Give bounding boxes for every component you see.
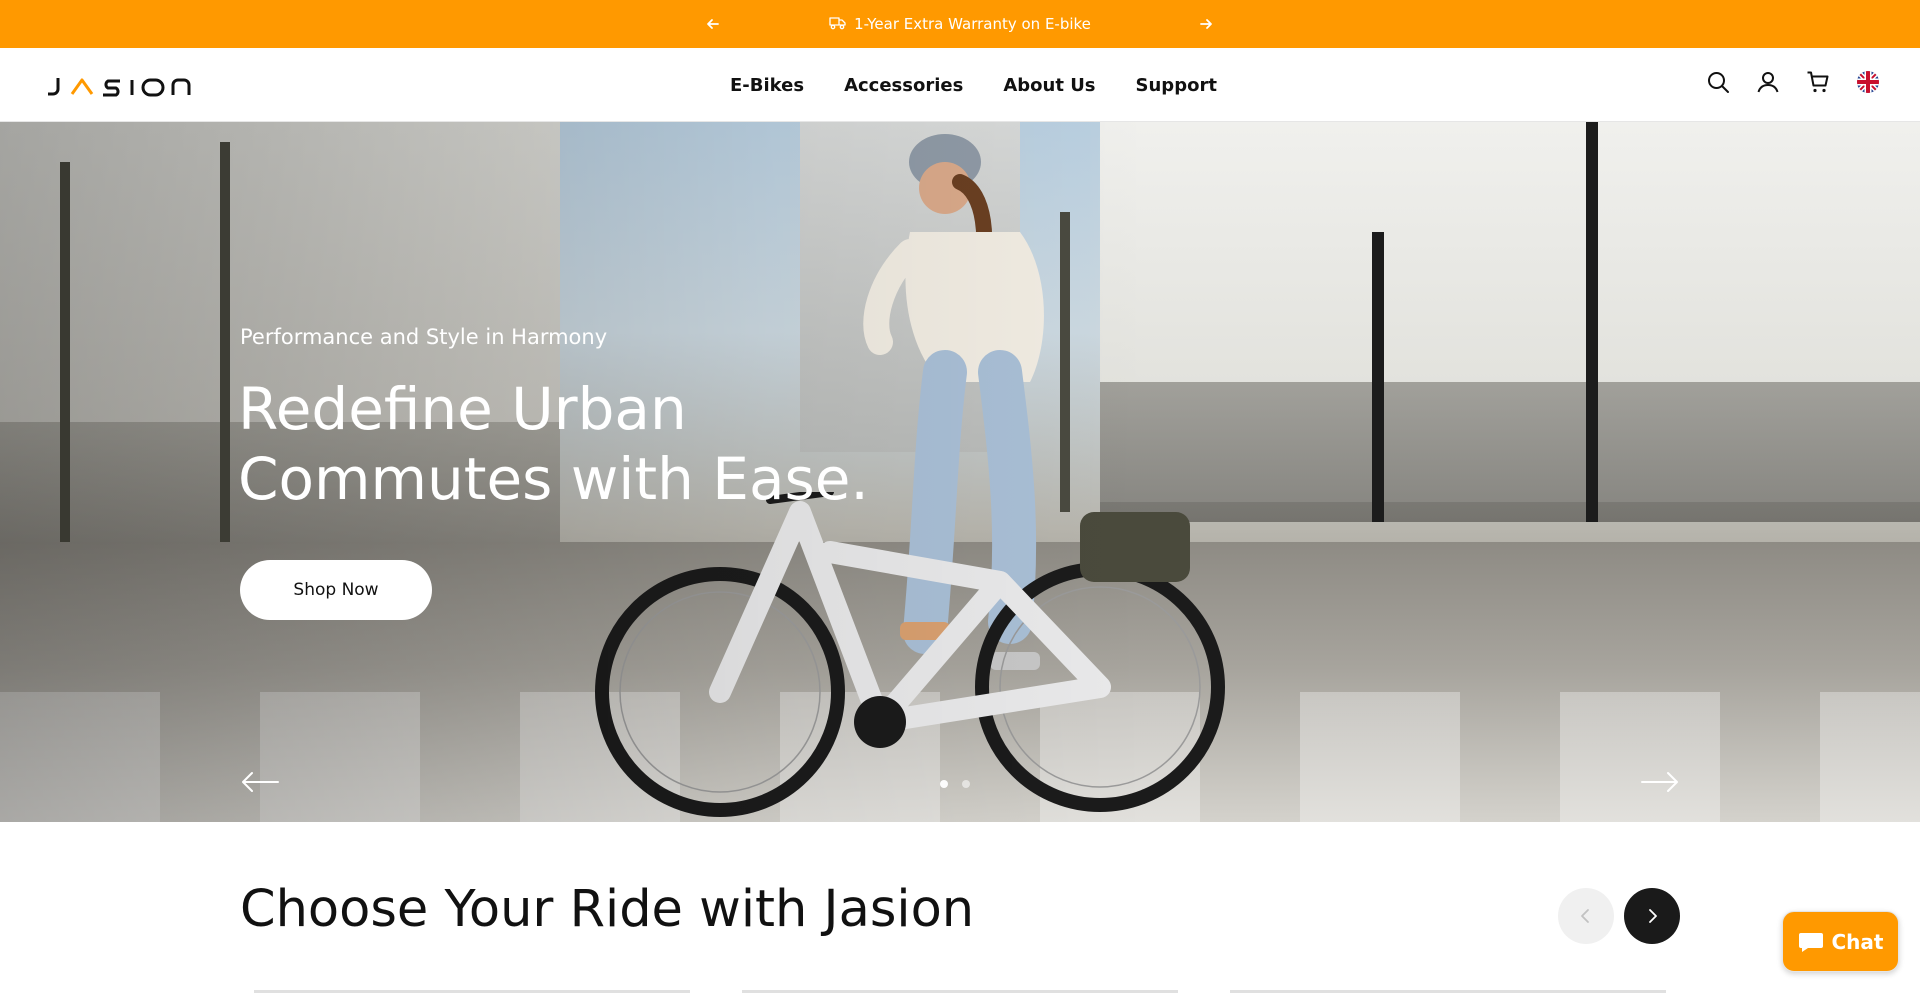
announcement-bar: 1-Year Extra Warranty on E-bike <box>0 0 1920 48</box>
announcement-text: 1-Year Extra Warranty on E-bike <box>854 15 1091 33</box>
nav-item-e-bikes[interactable]: E-Bikes <box>730 75 804 96</box>
header-icons <box>1706 70 1880 94</box>
hero-headline-line2: Commutes with Ease. <box>238 445 869 513</box>
truck-icon <box>829 15 846 34</box>
carousel-prev-button[interactable] <box>1558 888 1614 944</box>
hero-slide-dots <box>940 780 970 788</box>
hero-banner: Performance and Style in Harmony Redefin… <box>0 122 1920 822</box>
nav-item-about-us[interactable]: About Us <box>1003 75 1095 96</box>
nav-item-support[interactable]: Support <box>1136 75 1217 96</box>
chat-bubble-icon <box>1798 932 1823 952</box>
jasion-logo[interactable] <box>46 74 200 98</box>
jasion-logo-mark <box>48 78 191 97</box>
hero-headline: Redefine Urban Commutes with Ease. <box>238 374 958 514</box>
nav-item-accessories[interactable]: Accessories <box>844 75 963 96</box>
shop-now-button[interactable]: Shop Now <box>240 560 432 620</box>
hero-headline-line1: Redefine Urban <box>238 375 687 443</box>
hero-slide-dot[interactable] <box>940 780 948 788</box>
cart-icon[interactable] <box>1806 70 1830 94</box>
account-icon[interactable] <box>1756 70 1780 94</box>
hero-next-arrow-icon[interactable] <box>1640 770 1680 794</box>
uk-flag-icon[interactable] <box>1856 70 1880 94</box>
chat-label: Chat <box>1831 929 1884 954</box>
announcement-message: 1-Year Extra Warranty on E-bike <box>829 15 1091 34</box>
chevron-left-icon <box>1581 909 1589 923</box>
carousel-next-button[interactable] <box>1624 888 1680 944</box>
site-header: E-Bikes Accessories About Us Support <box>0 48 1920 122</box>
chat-button[interactable]: Chat <box>1782 911 1899 972</box>
search-icon[interactable] <box>1706 70 1730 94</box>
hero-slide-dot[interactable] <box>962 780 970 788</box>
section-title: Choose Your Ride with Jasion <box>240 880 975 939</box>
announcement-prev-arrow-icon[interactable] <box>703 14 723 34</box>
hero-subtitle: Performance and Style in Harmony <box>240 325 608 349</box>
announcement-next-arrow-icon[interactable] <box>1196 14 1216 34</box>
chevron-right-icon <box>1649 909 1657 923</box>
main-nav: E-Bikes Accessories About Us Support <box>730 48 1217 122</box>
hero-prev-arrow-icon[interactable] <box>240 770 280 794</box>
